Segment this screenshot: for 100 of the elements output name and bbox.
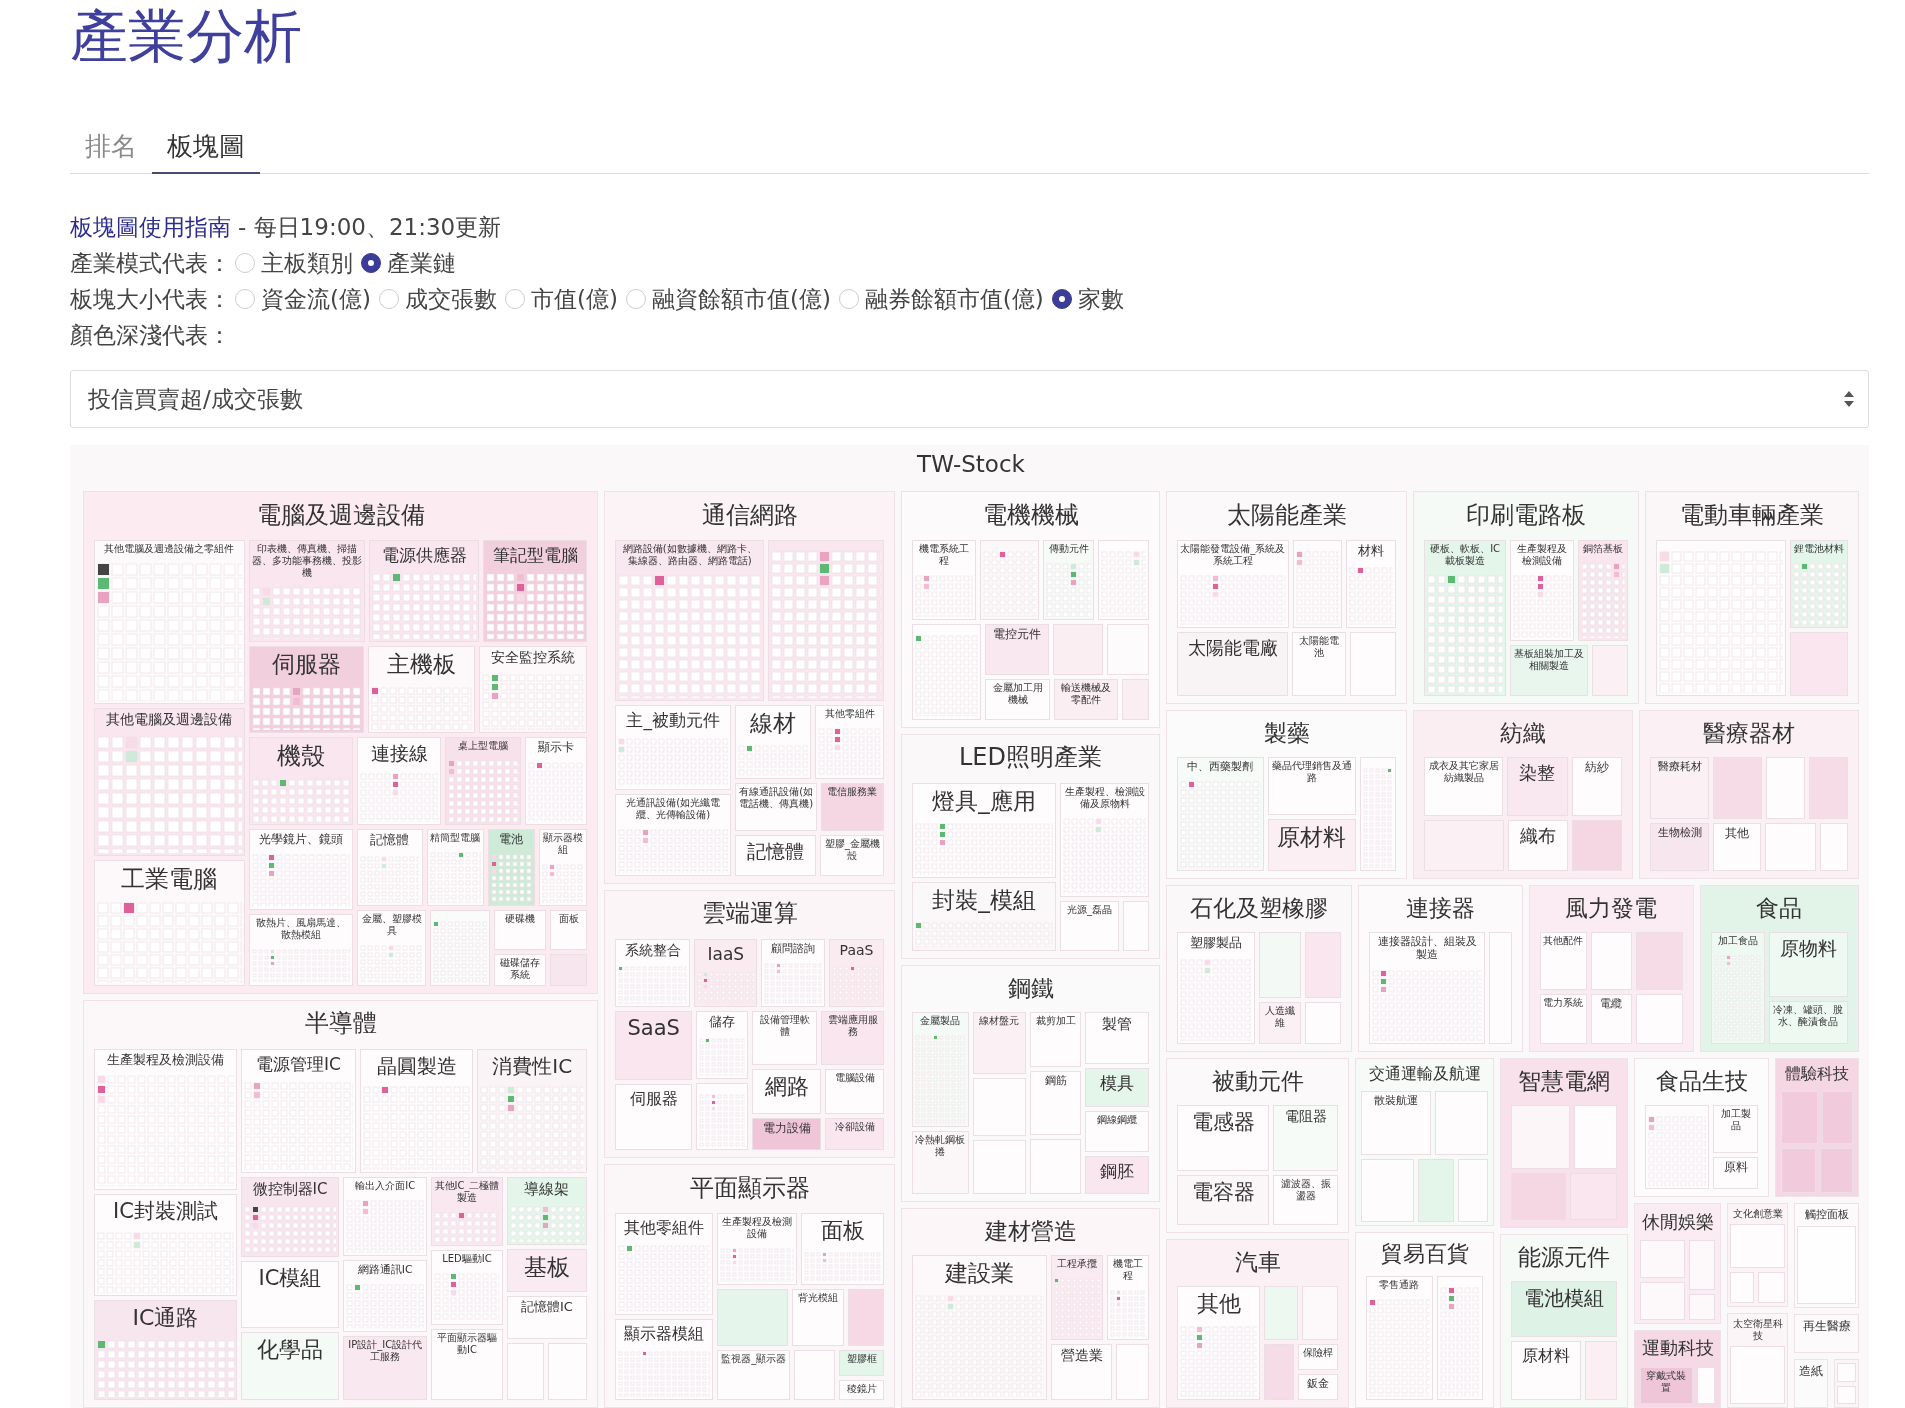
updown-icon: [1844, 391, 1854, 407]
radio-option[interactable]: 主板類別: [235, 247, 353, 279]
industry-label: 生產製程及檢測設備: [1515, 543, 1568, 567]
tab[interactable]: 板塊圖: [152, 120, 260, 174]
industry-label: 線材盤元: [979, 1014, 1020, 1027]
metric-select[interactable]: 投信買賣超/成交張數: [70, 370, 1869, 428]
industry-label: 基板組裝加工及相關製造: [1513, 648, 1586, 672]
industry-label: 消費性IC: [492, 1053, 573, 1078]
radio-option[interactable]: 家數: [1051, 283, 1124, 315]
industry-label: IC模組: [258, 1266, 322, 1292]
sector-title: 食品生技: [1655, 1067, 1748, 1095]
industry-label: 網路設備(如數據機、網路卡、集線器、路由器、網路電話): [621, 543, 758, 567]
sector-title: 太空衛星科技: [1731, 1318, 1784, 1342]
industry-label: 機電系統工程: [917, 543, 970, 567]
industry-label: 其他電腦及週邊設備之零組件: [104, 543, 235, 555]
radio-icon[interactable]: [361, 253, 381, 273]
industry-label: 有線通訊設備(如電話機、傳真機): [738, 785, 814, 810]
sector-title: 鋼鐵: [1007, 975, 1054, 1002]
stock-tile-grid: [982, 551, 1036, 618]
radio-option[interactable]: 產業鏈: [361, 247, 456, 279]
option-label: 顏色深淺代表：: [70, 320, 231, 350]
industry-label: 織布: [1519, 825, 1556, 847]
industry-label: 生物檢測: [1657, 826, 1702, 840]
industry-label: 模具: [1100, 1072, 1135, 1094]
industry-label: IC通路: [132, 1305, 199, 1332]
industry-label: 製管: [1102, 1014, 1133, 1033]
industry-label: 顯示器模組: [624, 1324, 705, 1344]
industry-label: 生產製程及檢測設備: [106, 1051, 224, 1068]
sector-title: 觸控面板: [1804, 1208, 1849, 1222]
industry-label: 平面顯示器驅動IC: [436, 1331, 498, 1356]
sector-title: 電動車輛產業: [1679, 501, 1824, 530]
industry-label: 基板: [523, 1254, 570, 1282]
industry-label: 面板: [558, 913, 579, 926]
industry-label: 冷卻設備: [834, 1120, 875, 1133]
stock-tile-grid: [448, 760, 518, 822]
industry-label: 主機板: [387, 651, 457, 679]
industry-label: 記憶體IC: [520, 1298, 573, 1315]
sector-title: 石化及塑橡膠: [1190, 895, 1329, 922]
stock-tile-grid: [618, 966, 688, 1005]
industry-label: SaaS: [627, 1016, 680, 1042]
option-label: 產業模式代表：: [70, 248, 231, 278]
industry-label: 面板: [820, 1217, 865, 1245]
industry-label: IC封裝測試: [113, 1198, 218, 1224]
industry-label: 其他零組件: [824, 707, 875, 720]
tab[interactable]: 排名: [70, 120, 152, 174]
industry-label: 機殼: [277, 742, 326, 771]
stock-tile-grid: [1792, 563, 1845, 625]
stock-tile-grid: [1349, 566, 1394, 625]
stock-tile-grid: [699, 1093, 745, 1147]
industry-label: 電源管理IC: [256, 1053, 341, 1075]
stock-tile-grid: [541, 864, 584, 904]
radio-option[interactable]: 融券餘額市值(億): [838, 283, 1044, 315]
sector-title: 風力發電: [1565, 895, 1658, 922]
industry-label: 背光模組: [797, 1291, 838, 1304]
radio-option[interactable]: 市值(億): [504, 283, 618, 315]
industry-label: 顯示器模組: [541, 832, 584, 856]
stock-tile-grid: [360, 855, 420, 904]
industry-label: 網路通訊IC: [357, 1263, 413, 1277]
industry-label: 線材: [750, 709, 797, 738]
industry-label: 連接線: [370, 742, 428, 765]
industry-label: 工程承攬: [1057, 1257, 1097, 1270]
industry-label: 導線架: [524, 1179, 570, 1198]
industry-label: 電阻器: [1284, 1107, 1327, 1125]
industry-label: 網路: [764, 1073, 809, 1101]
industry-label: 原材料: [1521, 1345, 1570, 1366]
industry-label: 營造業: [1060, 1346, 1103, 1364]
radio-option[interactable]: 資金流(億): [235, 283, 371, 315]
radio-option[interactable]: 成交張數: [378, 283, 497, 315]
industry-label: 微控制器IC: [252, 1179, 328, 1198]
sector-title: 醫療器材: [1703, 719, 1796, 747]
industry-label: 太陽能發電設備_系統及系統工程: [1180, 543, 1286, 567]
sector-title: 電機機械: [982, 501, 1079, 530]
industry-label: 其他: [1196, 1291, 1241, 1318]
page-title: 產業分析: [70, 3, 302, 70]
industry-label: 銅箔基板: [1582, 543, 1623, 555]
industry-label: 記憶體: [747, 840, 805, 863]
sector-title: 智慧電網: [1518, 1067, 1610, 1095]
industry-label: 輸送機械及零配件: [1060, 682, 1113, 707]
industry-label: 記憶體: [370, 832, 410, 848]
industry-label: 電纜: [1600, 996, 1623, 1010]
industry-label: 鋼線鋼纜: [1097, 1114, 1138, 1127]
industry-label: 金屬製品: [920, 1014, 961, 1027]
industry-label: 零售通路: [1379, 1279, 1420, 1292]
industry-label: 電池模組: [1524, 1285, 1604, 1310]
stock-tile-grid: [1648, 1115, 1707, 1187]
sector-title: 貿易百貨: [1380, 1241, 1469, 1267]
industry-label: 精簡型電腦: [430, 832, 481, 844]
option-label: 板塊大小代表：: [70, 284, 231, 314]
industry-label: 染整: [1519, 761, 1556, 784]
industry-label: 人造纖維: [1264, 1005, 1297, 1030]
industry-label: 電腦設備: [834, 1071, 875, 1084]
guide-link[interactable]: 板塊圖使用指南: [70, 211, 231, 243]
industry-label: 生產製程及檢測設備: [721, 1215, 794, 1240]
radio-option[interactable]: 融資餘額市值(億): [625, 283, 831, 315]
industry-label: 桌上型電腦: [458, 740, 508, 753]
industry-label: 其他電腦及週邊設備: [106, 711, 233, 728]
update-note: - 每日19:00、21:30更新: [238, 212, 502, 242]
radio-icon[interactable]: [1051, 289, 1072, 309]
industry-label: 冷熱軋鋼板捲: [915, 1134, 966, 1159]
industry-label: 印表機、傳真機、掃描器、多功能事務機、投影機: [251, 543, 362, 579]
